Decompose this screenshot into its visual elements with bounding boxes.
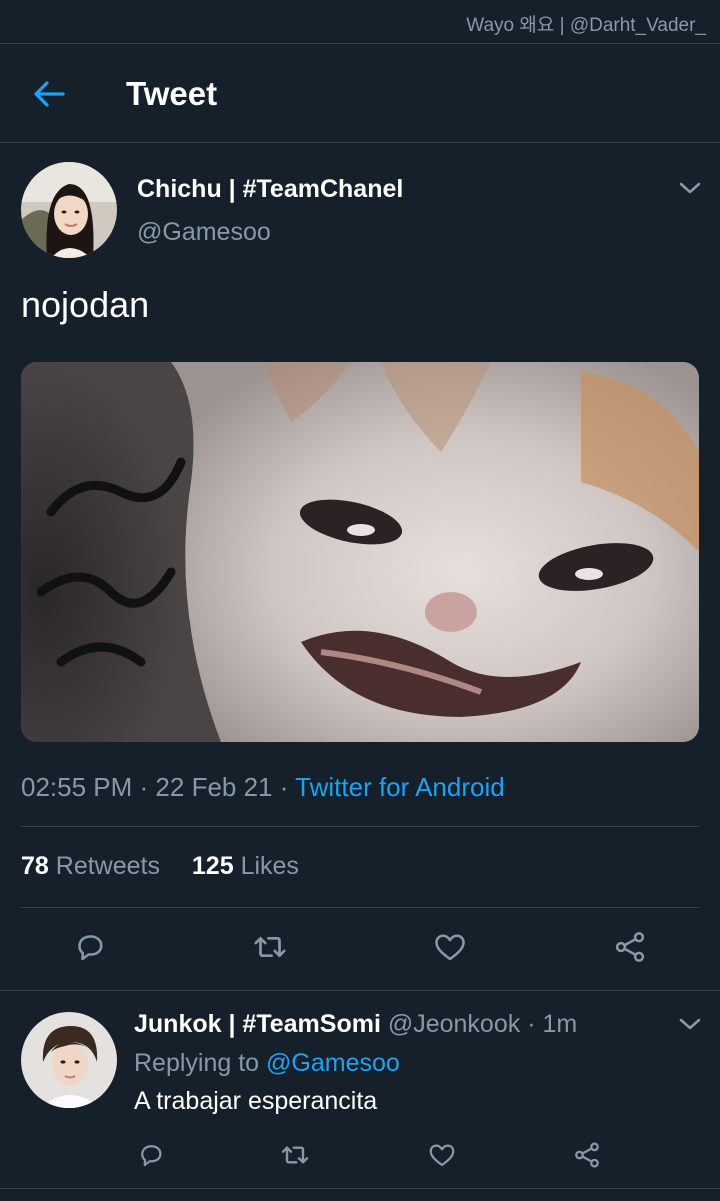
replying-to-handle[interactable]: @Gamesoo xyxy=(266,1049,400,1077)
reply-avatar[interactable] xyxy=(21,1012,117,1108)
app-header: Tweet xyxy=(0,44,720,142)
retweet-icon xyxy=(281,1146,309,1164)
tweet-menu-button[interactable] xyxy=(679,181,701,195)
reply-author-name[interactable]: Junkok | #TeamSomi xyxy=(134,1010,381,1038)
replying-to: Replying to @Gamesoo xyxy=(134,1049,400,1078)
retweet-icon xyxy=(254,936,286,958)
replying-to-label: Replying to xyxy=(134,1049,260,1077)
reply-icon xyxy=(141,1145,162,1167)
retweets-label: Retweets xyxy=(55,852,160,880)
retweets-count: 78 xyxy=(21,852,49,880)
share-icon xyxy=(575,1142,599,1168)
back-arrow-icon xyxy=(34,81,65,107)
reply-button[interactable] xyxy=(70,927,110,967)
share-button[interactable] xyxy=(610,927,650,967)
avatar[interactable] xyxy=(21,162,117,258)
tweet-media-image[interactable] xyxy=(21,362,699,742)
reply-menu-button[interactable] xyxy=(679,1017,701,1031)
reply-retweet-button[interactable] xyxy=(278,1138,312,1172)
header-divider xyxy=(0,142,720,143)
tweet-time: 02:55 PM xyxy=(21,772,133,802)
reply-text: A trabajar esperancita xyxy=(134,1087,378,1115)
like-button[interactable] xyxy=(430,927,470,967)
chevron-down-icon xyxy=(679,1018,701,1030)
like-icon xyxy=(429,1144,455,1167)
watermark-text: Wayo 왜요 | @Darht_Vader_ xyxy=(466,15,706,36)
reply-author-handle[interactable]: @Jeonkook xyxy=(388,1010,520,1038)
tweet-date: 22 Feb 21 xyxy=(155,772,273,802)
reply-time: 1m xyxy=(542,1010,578,1038)
chevron-down-icon xyxy=(679,182,701,194)
meta-separator: · xyxy=(139,772,156,802)
reply-reply-button[interactable] xyxy=(134,1138,168,1172)
like-icon xyxy=(435,934,465,961)
tweet-meta: 02:55 PM · 22 Feb 21 · Twitter for Andro… xyxy=(21,772,505,803)
back-button[interactable] xyxy=(33,80,65,108)
reply-share-button[interactable] xyxy=(570,1138,604,1172)
tweet-stats: 78 Retweets 125 Likes xyxy=(21,852,299,881)
meta-divider xyxy=(21,826,699,827)
retweet-button[interactable] xyxy=(250,927,290,967)
reply-header: Junkok | #TeamSomi @Jeonkook · 1m xyxy=(134,1010,577,1039)
likes-count: 125 xyxy=(191,852,234,880)
reply-icon xyxy=(78,935,103,961)
reply-time-separator: · xyxy=(520,1010,543,1038)
thread-divider xyxy=(0,990,720,991)
retweets-stat[interactable]: 78 Retweets xyxy=(21,852,160,880)
page-title: Tweet xyxy=(126,75,218,112)
tweet-text: nojodan xyxy=(21,284,150,325)
reply-like-button[interactable] xyxy=(425,1138,459,1172)
share-icon xyxy=(615,932,645,962)
author-handle[interactable]: @Gamesoo xyxy=(137,218,271,247)
stats-divider xyxy=(21,907,699,908)
likes-stat[interactable]: 125 Likes xyxy=(192,852,299,880)
author-name[interactable]: Chichu | #TeamChanel xyxy=(137,175,403,204)
likes-label: Likes xyxy=(240,852,299,880)
tweet-source-link[interactable]: Twitter for Android xyxy=(295,772,505,802)
bottom-divider xyxy=(0,1188,720,1189)
meta-separator: · xyxy=(279,772,296,802)
